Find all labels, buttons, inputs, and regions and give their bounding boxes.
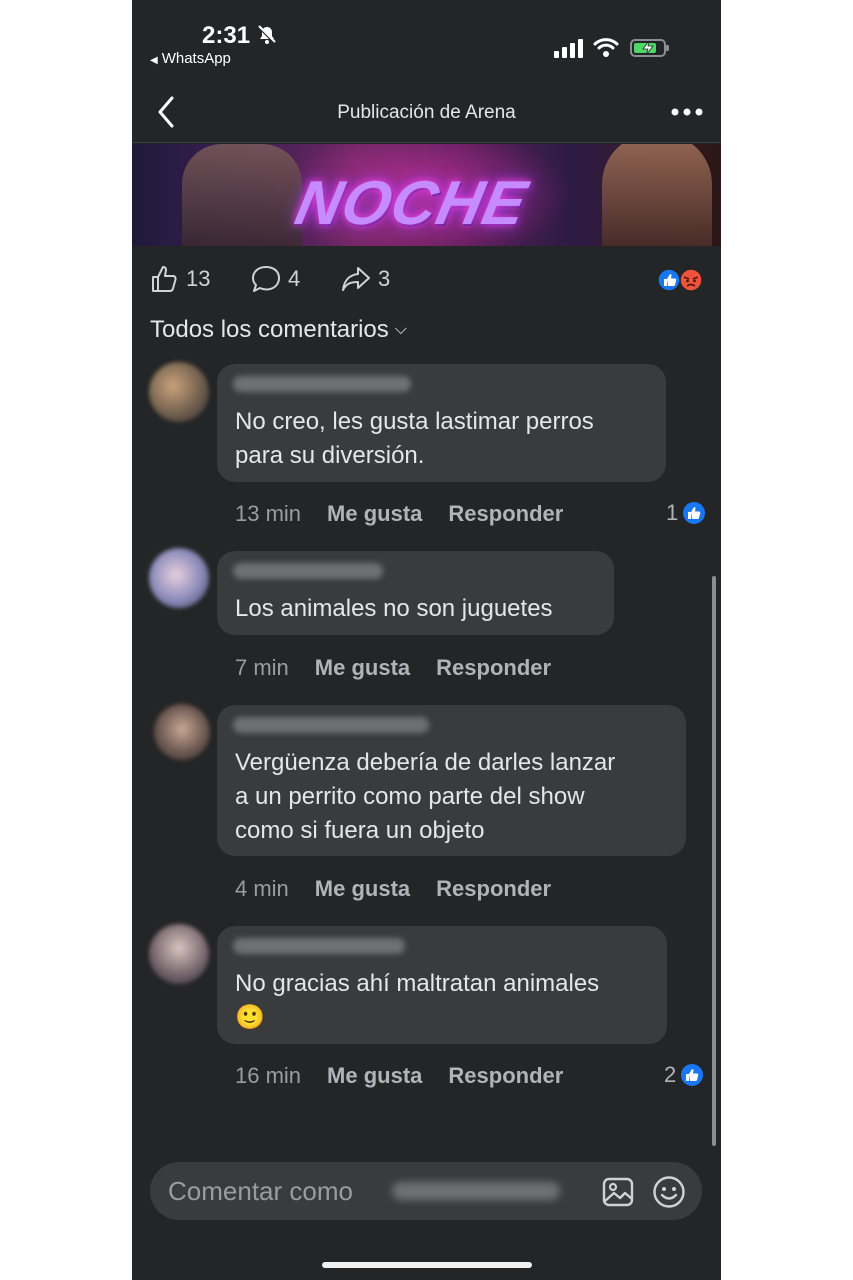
comment-bubble[interactable]: No creo, les gusta lastimar perros para …: [217, 364, 666, 482]
comment-composer[interactable]: Comentar como: [150, 1162, 702, 1220]
comment-text: Vergüenza debería de darles lanzar a un …: [235, 749, 616, 844]
comment-meta: 13 min Me gusta Responder: [235, 501, 563, 527]
more-icon[interactable]: [670, 100, 704, 124]
comment-time: 4 min: [235, 876, 289, 901]
share-count: 3: [378, 266, 391, 291]
banner-text: NOCHE: [289, 169, 534, 238]
emoji-icon[interactable]: [652, 1175, 686, 1209]
commenter-name-blurred[interactable]: [233, 717, 429, 733]
comment-stat-button[interactable]: 4: [250, 262, 300, 296]
filter-label: Todos los comentarios: [150, 316, 389, 343]
comment-meta: 7 min Me gusta Responder: [235, 655, 551, 681]
reply-button[interactable]: Responder: [436, 876, 551, 902]
commenter-name-blurred[interactable]: [233, 563, 383, 579]
signal-icon: [554, 39, 583, 58]
avatar[interactable]: [149, 548, 209, 608]
comment-time: 13 min: [235, 501, 302, 526]
back-app-label: WhatsApp: [161, 50, 231, 67]
composer-user-name-blurred: [392, 1182, 560, 1200]
bell-slash-icon: [256, 24, 278, 51]
scrollbar[interactable]: [712, 576, 716, 1146]
reply-button[interactable]: Responder: [448, 501, 563, 527]
comment-bubble[interactable]: No gracias ahí maltratan animales 🙂: [217, 926, 667, 1044]
back-triangle-icon: ◀: [150, 55, 158, 66]
avatar[interactable]: [149, 362, 209, 422]
comment-like-count[interactable]: 2: [664, 1062, 705, 1088]
reaction-summary[interactable]: [656, 268, 704, 292]
commenter-name-blurred[interactable]: [233, 376, 411, 392]
share-icon: [342, 267, 370, 291]
like-comment-button[interactable]: Me gusta: [315, 876, 410, 902]
comment-like-count[interactable]: 1: [666, 500, 707, 526]
like-comment-button[interactable]: Me gusta: [327, 1063, 422, 1089]
like-comment-button[interactable]: Me gusta: [327, 501, 422, 527]
like-icon: [152, 266, 177, 292]
like-comment-button[interactable]: Me gusta: [315, 655, 410, 681]
back-to-app-link[interactable]: ◀ WhatsApp: [150, 50, 231, 67]
wifi-icon: [593, 38, 619, 57]
like-stat-button[interactable]: 13: [150, 262, 210, 296]
comment-text: Los animales no son juguetes: [235, 595, 553, 622]
comment-count: 4: [288, 266, 301, 291]
comment-like-number: 2: [664, 1062, 677, 1087]
comment-meta: 4 min Me gusta Responder: [235, 876, 551, 902]
like-reaction-icon: [657, 268, 681, 292]
header-divider: [132, 142, 721, 143]
commenter-name-blurred[interactable]: [233, 938, 405, 954]
share-stat-button[interactable]: 3: [340, 262, 390, 296]
comments-filter-dropdown[interactable]: Todos los comentarios ⌵: [150, 316, 407, 344]
comment-text: No creo, les gusta lastimar perros para …: [235, 408, 594, 469]
page-title: Publicación de Arena: [337, 102, 516, 123]
like-reaction-icon: [682, 501, 707, 525]
comment-like-number: 1: [666, 500, 679, 525]
like-count: 13: [186, 266, 211, 291]
post-banner-image[interactable]: NOCHE: [132, 144, 721, 246]
reply-button[interactable]: Responder: [436, 655, 551, 681]
status-time: 2:31: [202, 22, 251, 49]
comment-bubble[interactable]: Los animales no son juguetes: [217, 551, 614, 635]
chevron-down-icon: ⌵: [394, 321, 407, 338]
comment-meta: 16 min Me gusta Responder: [235, 1063, 563, 1089]
comment-icon: [252, 266, 280, 292]
comment-text: No gracias ahí maltratan animales 🙂: [235, 970, 600, 1031]
like-reaction-icon: [680, 1063, 705, 1087]
angry-reaction-icon: [679, 268, 703, 292]
home-indicator[interactable]: [322, 1262, 532, 1268]
reply-button[interactable]: Responder: [448, 1063, 563, 1089]
comment-bubble[interactable]: Vergüenza debería de darles lanzar a un …: [217, 705, 686, 856]
composer-placeholder: Comentar como: [168, 1176, 353, 1206]
comment-time: 16 min: [235, 1063, 302, 1088]
phone-screen: 2:31 ◀ WhatsApp Publicación de Arena NOCH…: [132, 0, 721, 1280]
battery-charging-icon: [630, 39, 669, 57]
photo-icon[interactable]: [602, 1176, 634, 1208]
comment-time: 7 min: [235, 655, 289, 680]
avatar[interactable]: [149, 924, 209, 984]
avatar[interactable]: [154, 704, 210, 760]
